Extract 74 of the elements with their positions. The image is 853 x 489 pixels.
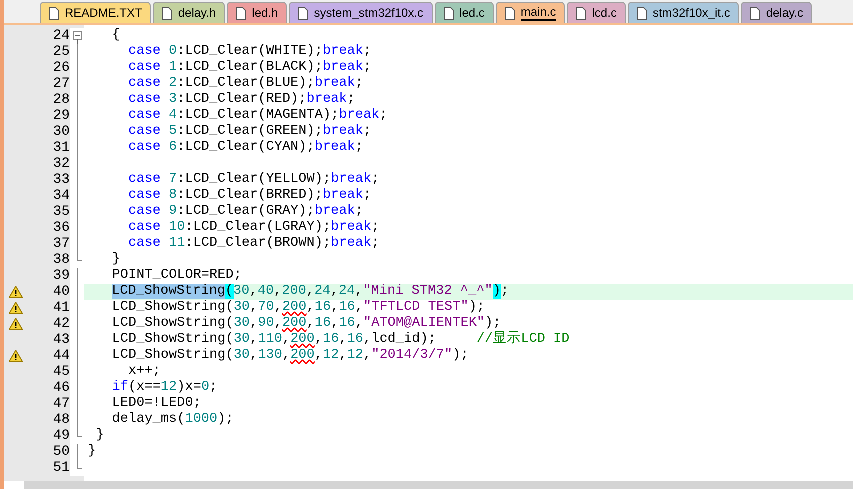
- file-tab[interactable]: README.TXT: [40, 2, 152, 23]
- code-line: case 6:LCD_Clear(CYAN);break;: [128, 140, 364, 156]
- line-number: 34: [52, 188, 70, 204]
- line-number: 42: [52, 316, 70, 332]
- line-number: 36: [52, 220, 70, 236]
- line-number: 31: [52, 140, 70, 156]
- line-number: 47: [52, 396, 70, 412]
- code-line: LCD_ShowString(30,130,200,12,12,"2014/3/7");: [111, 348, 469, 364]
- code-line: case 9:LCD_Clear(GRAY);break;: [128, 204, 364, 220]
- code-line: case 3:LCD_Clear(RED);break;: [128, 92, 356, 108]
- horizontal-scrollbar[interactable]: [24, 481, 853, 489]
- file-tab[interactable]: led.c: [434, 2, 494, 23]
- code-line: case 7:LCD_Clear(YELLOW);break;: [128, 172, 380, 188]
- code-line: LCD_ShowString(30,110,200,16,16,lcd_id); //显示LCD ID: [111, 332, 570, 348]
- line-number: 37: [52, 236, 70, 252]
- code-line: x++;: [128, 364, 161, 380]
- code-line: LED0=!LED0;: [111, 396, 202, 412]
- code-line: LCD_ShowString(30,70,200,16,16,"TFTLCD TEST");: [111, 300, 486, 316]
- code-line: case 0:LCD_Clear(WHITE);break;: [128, 44, 372, 60]
- code-line: case 2:LCD_Clear(BLUE);break;: [128, 76, 364, 92]
- line-number: 28: [52, 92, 70, 108]
- code-line: delay_ms(1000);: [111, 412, 234, 428]
- line-number: 33: [52, 172, 70, 188]
- file-icon: [444, 6, 454, 20]
- file-tab[interactable]: system_stm32f10x.c: [289, 2, 433, 23]
- code-line: LCD_ShowString(30,40,200,24,24,"Mini STM32 ^_^");: [111, 284, 510, 300]
- code-line: }: [111, 252, 120, 268]
- line-number: 29: [52, 108, 70, 124]
- line-number: 46: [52, 380, 70, 396]
- line-number: 30: [52, 124, 70, 140]
- code-line: case 10:LCD_Clear(LGRAY);break;: [128, 220, 380, 236]
- line-number: 26: [52, 60, 70, 76]
- file-icon: [236, 6, 246, 20]
- line-number: 39: [52, 268, 70, 284]
- file-tab[interactable]: delay.c: [741, 2, 812, 23]
- line-number: 48: [52, 412, 70, 428]
- file-icon: [298, 6, 308, 20]
- collapse-icon[interactable]: [72, 28, 82, 44]
- code-line: case 8:LCD_Clear(BRRED);break;: [128, 188, 372, 204]
- line-number: 24: [52, 28, 70, 44]
- code-line: case 4:LCD_Clear(MAGENTA);break;: [128, 108, 388, 124]
- code-line: {: [111, 28, 120, 44]
- line-number: 49: [52, 428, 70, 444]
- file-tab[interactable]: lcd.c: [567, 2, 626, 23]
- file-icon: [576, 6, 586, 20]
- code-line: POINT_COLOR=RED;: [111, 268, 242, 284]
- code-line: }: [95, 428, 104, 444]
- code-line: case 5:LCD_Clear(GREEN);break;: [128, 124, 372, 140]
- file-tab[interactable]: stm32f10x_it.c: [628, 2, 740, 23]
- file-icon: [636, 6, 647, 20]
- file-icon: [49, 6, 59, 20]
- line-number: 35: [52, 204, 70, 220]
- line-number: 38: [52, 252, 70, 268]
- code-line: LCD_ShowString(30,90,200,16,16,"ATOM@ALIENTEK");: [111, 316, 502, 331]
- line-number: 45: [52, 364, 70, 380]
- line-number: 25: [52, 44, 70, 60]
- line-number: 40: [52, 284, 70, 300]
- file-tab[interactable]: main.c: [496, 2, 566, 23]
- code-line: if(x==12)x=0;: [111, 380, 218, 396]
- code-line: }: [87, 444, 96, 460]
- code-line: case 1:LCD_Clear(BLACK);break;: [128, 60, 372, 76]
- line-number: 32: [52, 156, 70, 172]
- file-icon: [504, 6, 515, 20]
- file-icon: [750, 6, 760, 20]
- code-line: case 11:LCD_Clear(BROWN);break;: [128, 236, 380, 252]
- line-number: 43: [52, 332, 70, 348]
- line-number: 50: [52, 444, 70, 460]
- line-number: 44: [52, 348, 70, 364]
- file-tab[interactable]: led.h: [227, 2, 288, 23]
- line-number: 27: [52, 76, 70, 92]
- line-number: 51: [52, 460, 70, 476]
- file-tab[interactable]: delay.h: [153, 2, 226, 23]
- line-number: 41: [52, 300, 70, 316]
- file-icon: [162, 6, 172, 20]
